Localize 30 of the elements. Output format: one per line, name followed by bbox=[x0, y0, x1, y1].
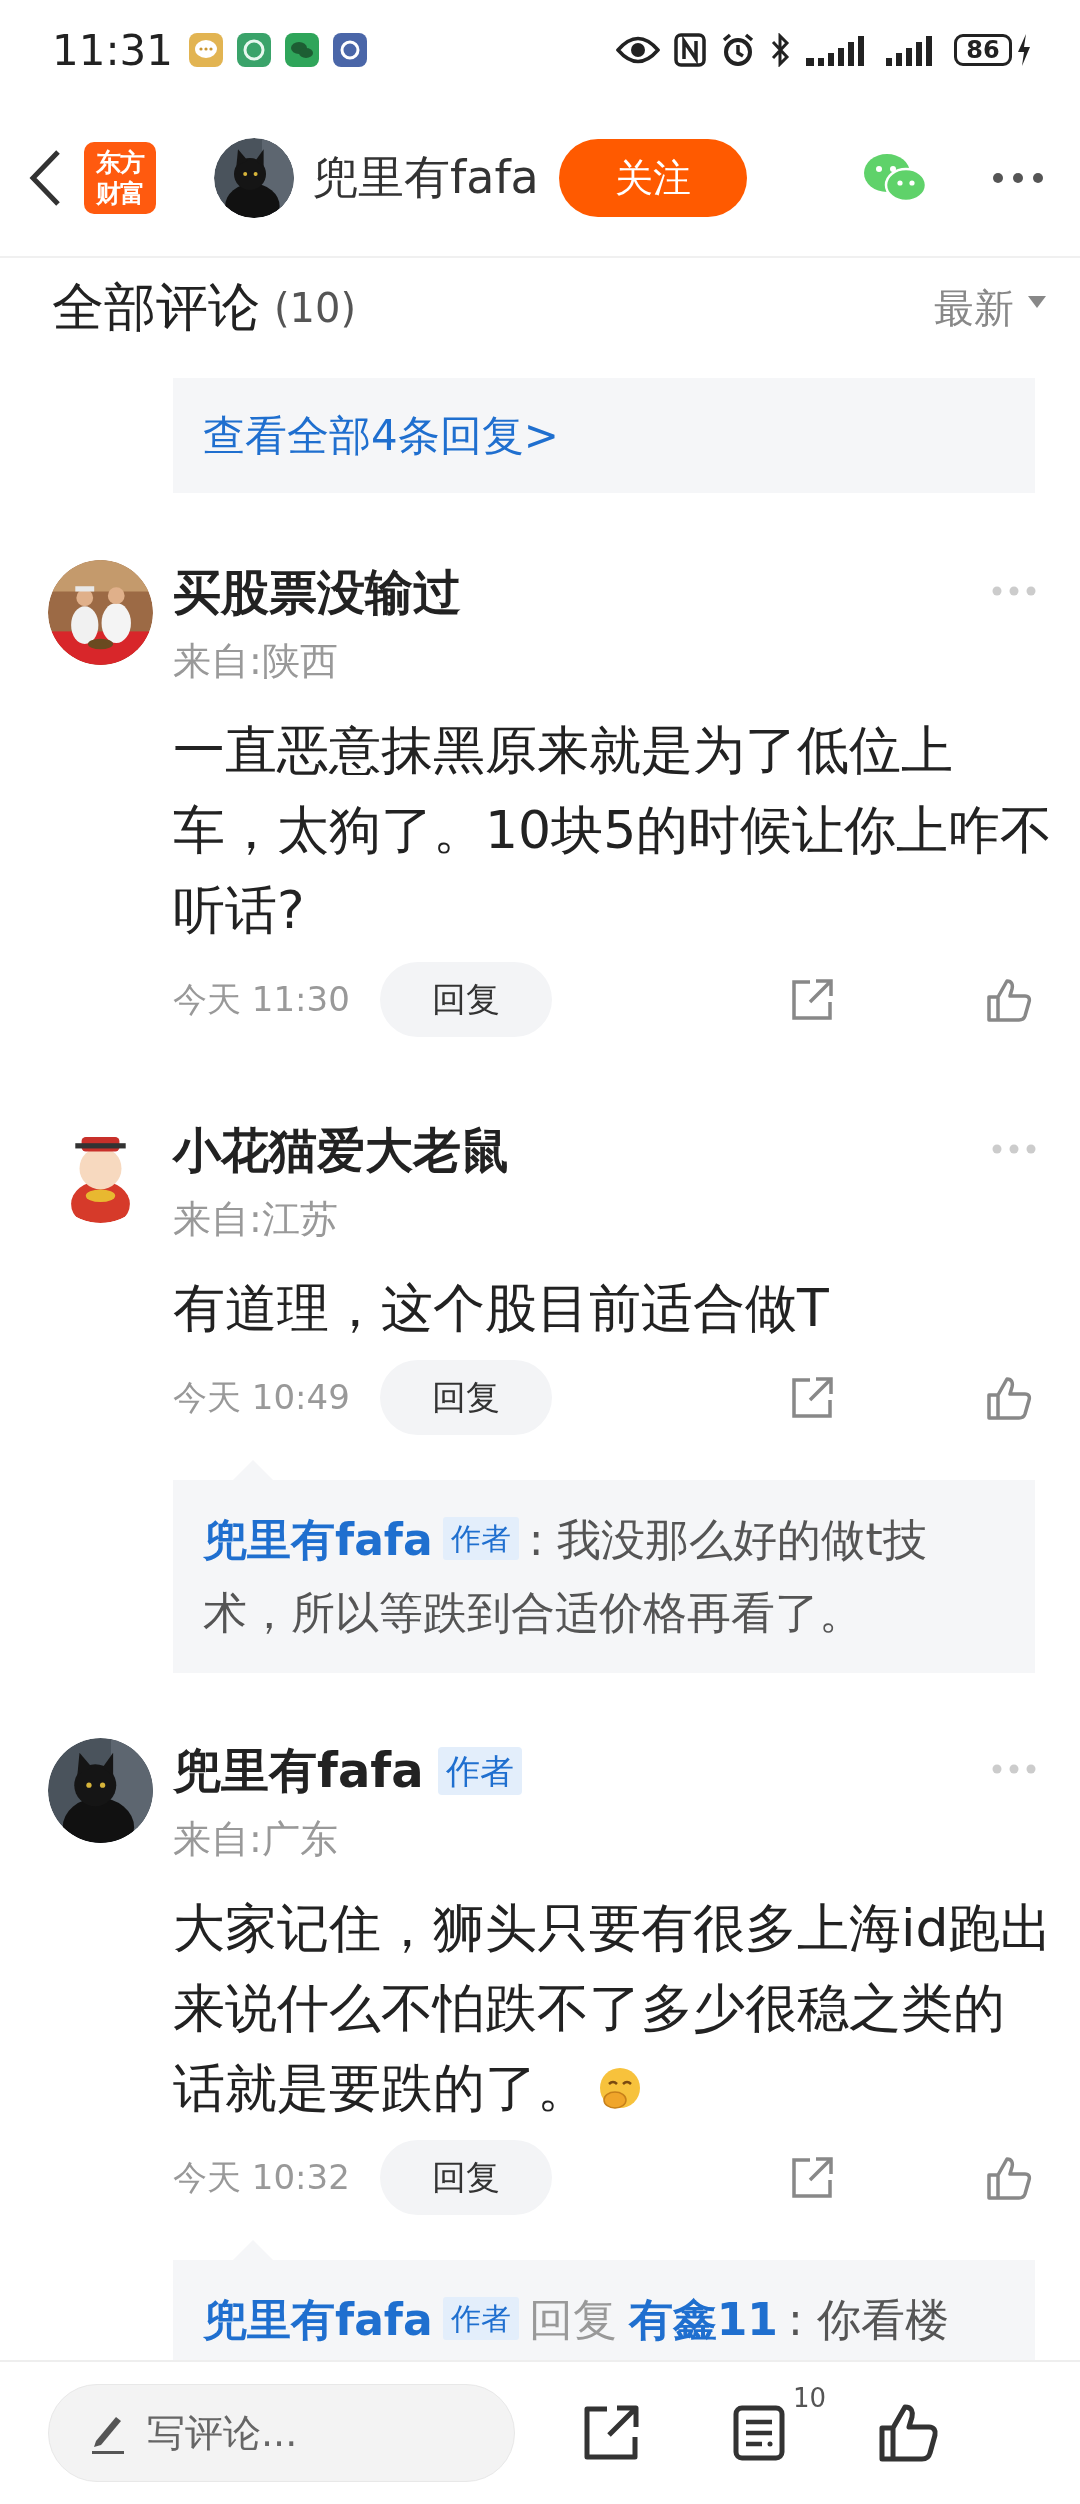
reply-text: 兜里有fafa $^{作者}$ 回复 有鑫11 : 你看楼 bbox=[203, 2293, 950, 2347]
reply-button[interactable]: 回复 bbox=[380, 2140, 552, 2215]
user-location: 来自:陕西 bbox=[173, 638, 339, 685]
reply-text: 兜里有fafa $^{作者}$ : 我没那么好的做t技术，所以等跌到合适价格再看了。 bbox=[203, 1513, 928, 1640]
author-name[interactable]: 兜里有fafa bbox=[312, 147, 539, 209]
comment-text: 大家记住，狮头只要有很多上海id跑出来说什么不怕跌不了多少很稳之类的话就是要跌的了。 bbox=[173, 1897, 1053, 2120]
battery-level: 86 bbox=[954, 34, 1012, 66]
user-name[interactable]: 小花猫爱大老鼠 bbox=[173, 1119, 509, 1183]
comment-time: 今天 10:32 bbox=[173, 2155, 351, 2199]
clock-time: 11:31 bbox=[52, 25, 174, 75]
user-name[interactable]: 买股票没输过 bbox=[173, 561, 461, 625]
view-replies-link[interactable]: 查看全部4条回复> bbox=[173, 378, 1035, 493]
comment-time: 今天 10:49 bbox=[173, 1375, 351, 1419]
comment-text: 有道理，这个股目前适合做T bbox=[173, 1277, 830, 1340]
user-location: 来自:广东 bbox=[173, 1816, 339, 1863]
comment-text: 一直恶意抹黑原来就是为了低位上车，太狗了。10块5的时候让你上咋不听话? bbox=[173, 719, 1053, 942]
user-name[interactable]: 兜里有fafa bbox=[173, 1739, 424, 1803]
reply-button[interactable]: 回复 bbox=[380, 1360, 552, 1435]
comment-count-label: 10 bbox=[793, 2383, 827, 2413]
comment-time: 今天 11:30 bbox=[173, 977, 351, 1021]
reply-button[interactable]: 回复 bbox=[380, 962, 552, 1037]
user-location: 来自:江苏 bbox=[173, 1196, 339, 1243]
reply-user-name[interactable]: 兜里有fafa bbox=[203, 2294, 433, 2345]
author-badge: 作者 bbox=[437, 1747, 522, 1795]
sort-dropdown[interactable]: 最新 bbox=[934, 280, 1014, 336]
section-title: 全部评论 bbox=[52, 276, 260, 339]
reply-user-name[interactable]: 兜里有fafa bbox=[203, 1514, 433, 1565]
comment-count: (10) bbox=[274, 285, 357, 331]
comment-field[interactable]: 写评论... bbox=[48, 2384, 515, 2482]
reply-target-name[interactable]: 有鑫11 bbox=[628, 2294, 778, 2345]
